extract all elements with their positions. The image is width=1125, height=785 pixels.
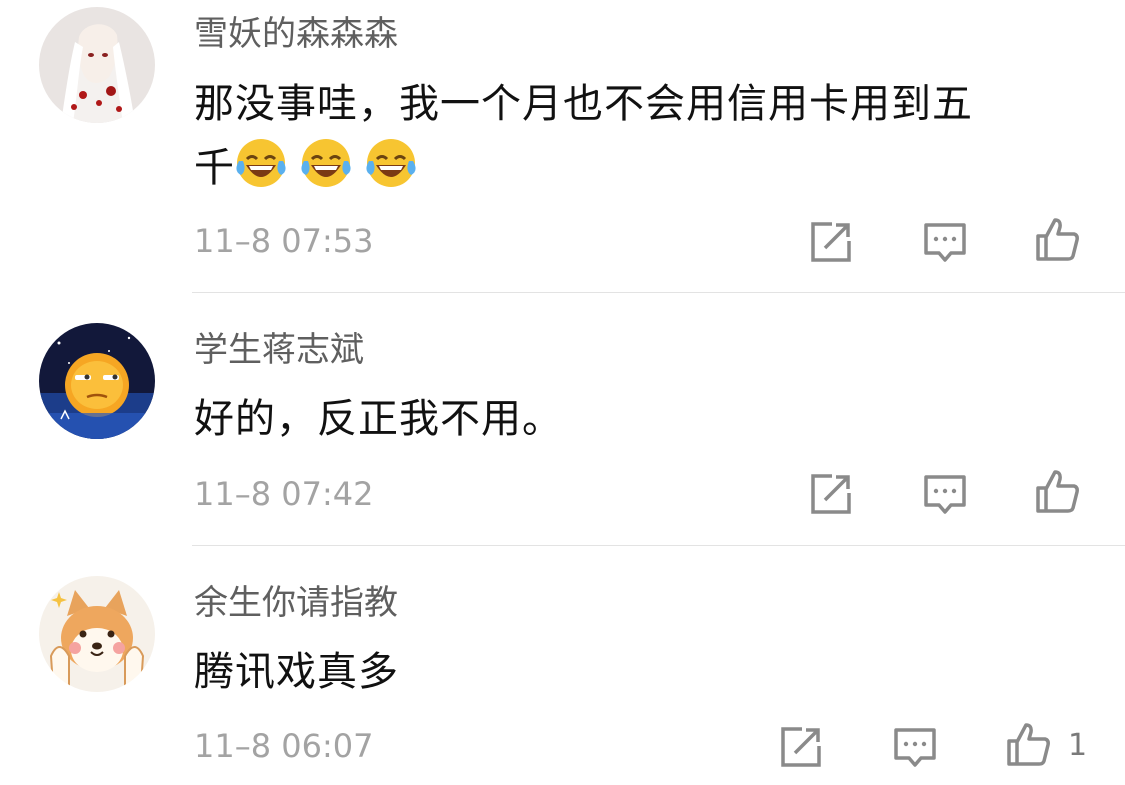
share-icon [811,222,851,262]
comment-text: 那没事哇，我一个月也不会用信用卡用到五 千 [194,72,1074,200]
reply-button[interactable] [892,724,938,770]
thumbs-up-icon [1036,470,1079,513]
avatar[interactable] [39,323,155,439]
comment-text: 好的，反正我不用。 [194,396,563,442]
reply-button[interactable] [922,471,968,517]
comment-text: 腾讯戏真多 [194,649,399,695]
laugh-cry-emoji [300,137,352,189]
comment-author[interactable]: 学生蒋志斌 [194,330,364,370]
like-button[interactable] [1034,468,1080,514]
comment-item: 学生蒋志斌 好的，反正我不用。 11–8 07:42 [0,293,1125,546]
comment-author[interactable]: 雪妖的森森森 [194,14,398,54]
avatar[interactable] [39,576,155,692]
comment-item: 雪妖的森森森 那没事哇，我一个月也不会用信用卡用到五 千 11–8 07:53 [0,0,1125,293]
comment-timestamp: 11–8 07:42 [194,475,374,513]
laugh-cry-emoji [365,137,417,189]
comment-timestamp: 11–8 06:07 [194,727,374,765]
thumbs-up-icon [1036,218,1079,261]
comment-text-line: 那没事哇，我一个月也不会用信用卡用到五 [194,81,973,127]
comment-timestamp: 11–8 07:53 [194,222,374,260]
comment-icon [924,475,966,514]
thumbs-up-icon [1007,723,1050,766]
share-button[interactable] [778,724,824,770]
like-button[interactable] [1034,216,1080,262]
comment-item: 余生你请指教 腾讯戏真多 11–8 06:07 1 [0,546,1125,785]
comment-icon [894,728,936,767]
share-button[interactable] [808,471,854,517]
comment-text-fragment: 千 [194,145,235,191]
avatar[interactable] [39,7,155,123]
comment-text-line-2: 千 [194,136,1074,200]
share-button[interactable] [808,219,854,265]
like-button[interactable] [1005,721,1051,767]
laugh-cry-emoji [235,137,287,189]
share-icon [811,474,851,514]
share-icon [781,727,821,767]
comment-icon [924,223,966,262]
like-count: 1 [1068,728,1088,763]
comment-author[interactable]: 余生你请指教 [194,583,398,623]
reply-button[interactable] [922,219,968,265]
